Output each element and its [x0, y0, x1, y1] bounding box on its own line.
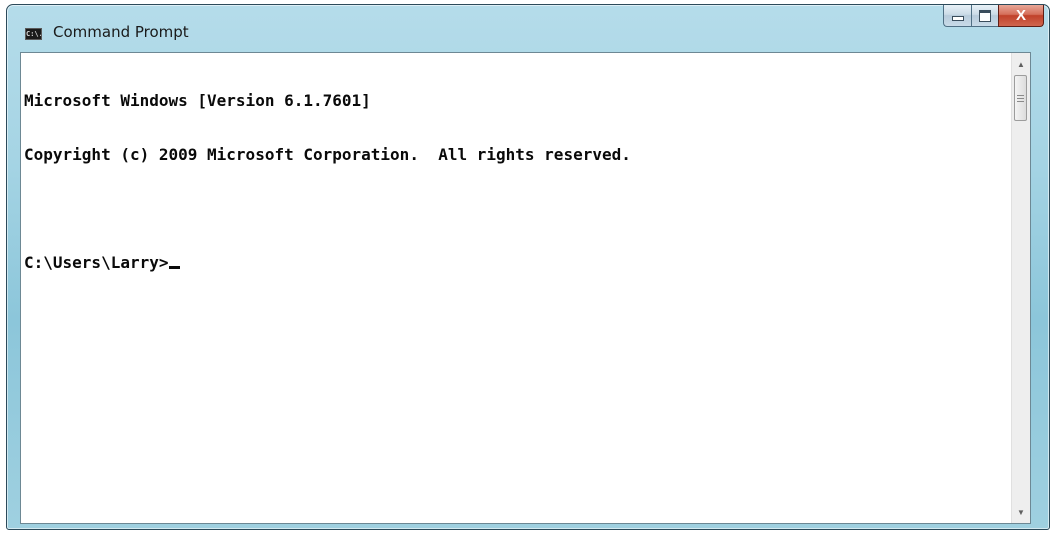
console-line-version: Microsoft Windows [Version 6.1.7601] — [24, 91, 371, 110]
console-prompt-line[interactable]: C:\Users\Larry> — [24, 254, 1008, 272]
minimize-button[interactable] — [943, 5, 971, 27]
console-line-copyright: Copyright (c) 2009 Microsoft Corporation… — [24, 145, 631, 164]
maximize-button[interactable] — [971, 5, 998, 27]
text-cursor — [168, 266, 180, 269]
command-prompt-window: C:\. Command Prompt X Microsoft Windows … — [6, 4, 1050, 530]
window-title: Command Prompt — [53, 23, 189, 41]
scroll-down-arrow-icon[interactable]: ▼ — [1012, 503, 1030, 521]
caption-buttons: X — [943, 5, 1044, 29]
maximize-icon — [979, 9, 991, 22]
console-line-blank — [24, 200, 1008, 218]
console-app-icon[interactable]: C:\. — [25, 28, 42, 40]
vertical-scrollbar[interactable]: ▲ ▼ — [1011, 53, 1030, 523]
minimize-icon — [951, 16, 964, 21]
scroll-up-arrow-icon[interactable]: ▲ — [1012, 55, 1030, 73]
console-prompt: C:\Users\Larry> — [24, 253, 169, 272]
close-icon: X — [1015, 7, 1026, 24]
scroll-grip-icon — [1017, 94, 1024, 102]
console-area[interactable]: Microsoft Windows [Version 6.1.7601] Cop… — [20, 52, 1031, 524]
title-bar[interactable]: C:\. Command Prompt X — [7, 5, 1049, 49]
scroll-thumb[interactable] — [1014, 75, 1027, 121]
console-output: Microsoft Windows [Version 6.1.7601] Cop… — [24, 56, 1008, 308]
close-button[interactable]: X — [998, 5, 1044, 27]
